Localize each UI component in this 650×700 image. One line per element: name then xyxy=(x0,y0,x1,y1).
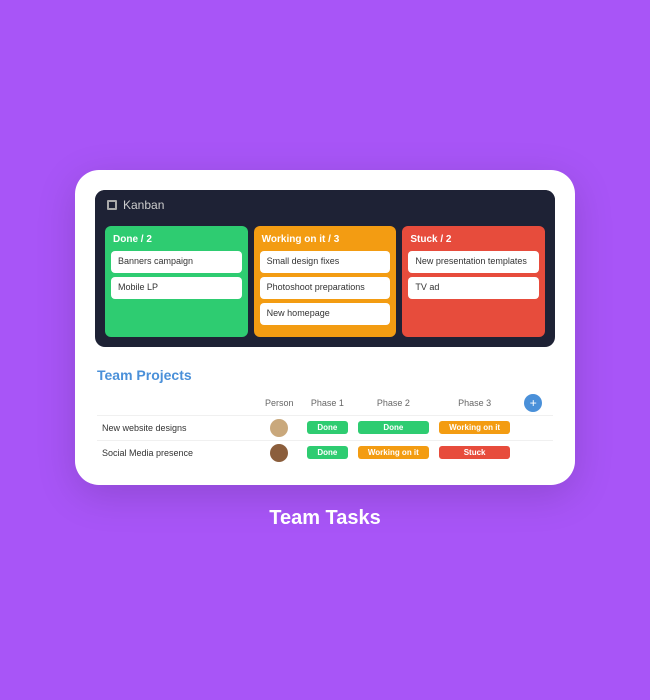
team-projects-title: Team Projects xyxy=(97,367,553,383)
col-header-phase2: Phase 2 xyxy=(353,391,434,416)
col-header-phase3: Phase 3 xyxy=(434,391,515,416)
kanban-card: Banners campaign xyxy=(111,251,242,273)
kanban-card: Photoshoot preparations xyxy=(260,277,391,299)
col-header-person: Person xyxy=(257,391,302,416)
kanban-card: Small design fixes xyxy=(260,251,391,273)
kanban-col-done: Done / 2 Banners campaign Mobile LP xyxy=(105,226,248,336)
avatar xyxy=(270,419,288,437)
main-card: Kanban Done / 2 Banners campaign Mobile … xyxy=(75,170,575,484)
kanban-icon xyxy=(107,200,117,210)
kanban-section: Kanban Done / 2 Banners campaign Mobile … xyxy=(95,190,555,346)
table-row: New website designs Done Done Working on… xyxy=(97,415,553,440)
kanban-columns: Done / 2 Banners campaign Mobile LP Work… xyxy=(95,220,555,346)
kanban-header: Kanban xyxy=(95,190,555,220)
phase3-cell: Stuck xyxy=(434,440,515,465)
add-col-header: + xyxy=(515,391,553,416)
phase3-cell: Working on it xyxy=(434,415,515,440)
status-badge: Working on it xyxy=(358,446,429,459)
status-badge: Done xyxy=(307,421,348,434)
team-projects-section: Team Projects Person Phase 1 Phase 2 Pha… xyxy=(95,363,555,465)
col-working-header: Working on it / 3 xyxy=(260,234,391,245)
kanban-col-stuck: Stuck / 2 New presentation templates TV … xyxy=(402,226,545,336)
table-row: Social Media presence Done Working on it… xyxy=(97,440,553,465)
bottom-label: Team Tasks xyxy=(269,507,381,530)
phase1-cell: Done xyxy=(302,440,353,465)
phase2-cell: Working on it xyxy=(353,440,434,465)
phase1-cell: Done xyxy=(302,415,353,440)
avatar-cell xyxy=(257,415,302,440)
status-badge: Working on it xyxy=(439,421,510,434)
col-stuck-header: Stuck / 2 xyxy=(408,234,539,245)
col-done-header: Done / 2 xyxy=(111,234,242,245)
status-badge: Done xyxy=(307,446,348,459)
kanban-title: Kanban xyxy=(123,198,164,212)
projects-table: Person Phase 1 Phase 2 Phase 3 + New web… xyxy=(97,391,553,465)
row-name: Social Media presence xyxy=(97,440,257,465)
col-header-phase1: Phase 1 xyxy=(302,391,353,416)
kanban-card: New homepage xyxy=(260,303,391,325)
avatar-cell xyxy=(257,440,302,465)
kanban-card: TV ad xyxy=(408,277,539,299)
row-name: New website designs xyxy=(97,415,257,440)
kanban-col-working: Working on it / 3 Small design fixes Pho… xyxy=(254,226,397,336)
kanban-card: New presentation templates xyxy=(408,251,539,273)
status-badge: Stuck xyxy=(439,446,510,459)
kanban-card: Mobile LP xyxy=(111,277,242,299)
status-badge: Done xyxy=(358,421,429,434)
col-header-name xyxy=(97,391,257,416)
add-column-button[interactable]: + xyxy=(524,394,542,412)
phase2-cell: Done xyxy=(353,415,434,440)
avatar xyxy=(270,444,288,462)
